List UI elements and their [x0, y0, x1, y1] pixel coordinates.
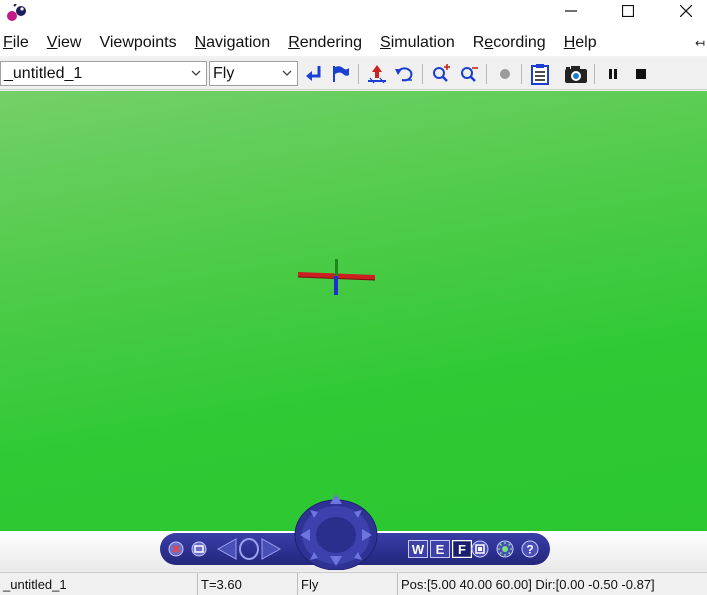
examine-mode-icon: E — [430, 540, 450, 558]
maximize-icon — [622, 5, 634, 17]
zoom-in-icon — [433, 64, 450, 82]
examine-mode-button[interactable]: E — [430, 539, 450, 559]
menu-navigation[interactable]: Navigation — [186, 30, 280, 56]
menu-help[interactable]: Help — [555, 30, 606, 56]
camera-icon — [565, 66, 587, 83]
3d-viewport[interactable] — [0, 91, 707, 531]
status-bar: _untitled_1 T=3.60 Fly Pos:[5.00 40.00 6… — [0, 572, 707, 595]
scene-canvas — [297, 259, 376, 295]
flag-icon — [333, 66, 349, 82]
title-bar — [0, 0, 707, 30]
menu-simulation[interactable]: Simulation — [371, 30, 464, 56]
return-viewpoint-button[interactable] — [301, 62, 327, 86]
toolbar-separator — [486, 64, 487, 84]
straighten-button[interactable] — [364, 62, 390, 86]
record-icon — [500, 69, 510, 79]
menu-overflow-icon[interactable]: ↤ — [695, 36, 705, 50]
reset-view-button[interactable] — [392, 62, 418, 86]
toolbar-separator — [594, 64, 595, 84]
viewpoint-select[interactable]: _untitled_1 — [0, 61, 207, 86]
chevron-down-icon — [282, 70, 292, 76]
nav-turn-control[interactable] — [214, 537, 284, 561]
close-icon — [680, 5, 692, 17]
svg-text:E: E — [436, 542, 445, 557]
return-arrow-icon — [306, 66, 321, 81]
minimize-icon — [565, 10, 577, 12]
browser-window: File View Viewpoints Navigation Renderin… — [0, 0, 707, 595]
toolbar-separator — [422, 64, 423, 84]
viewpoint-select-value: _untitled_1 — [4, 64, 83, 82]
svg-text:?: ? — [526, 543, 533, 557]
direction-pad-icon — [294, 494, 378, 571]
clipboard-icon — [531, 64, 549, 85]
fly-mode-icon: F — [452, 540, 472, 558]
menu-rendering[interactable]: Rendering — [279, 30, 371, 56]
status-world-name: _untitled_1 — [0, 573, 198, 595]
toolbar-separator — [521, 64, 522, 84]
y-axis-bar — [335, 259, 338, 276]
nav-collapse-button[interactable] — [189, 539, 209, 559]
status-nav-mode: Fly — [298, 573, 398, 595]
menu-view[interactable]: View — [38, 30, 91, 56]
menu-bar: File View Viewpoints Navigation Renderin… — [0, 30, 707, 56]
navigation-mode-select[interactable]: Fly — [209, 61, 298, 86]
minimize-button[interactable] — [542, 0, 600, 22]
close-button[interactable] — [657, 0, 707, 22]
stop-button[interactable] — [628, 62, 654, 86]
menu-recording[interactable]: Re cording — [464, 30, 555, 56]
headlight-icon — [496, 540, 514, 558]
screenshot-button[interactable] — [563, 62, 589, 86]
toolbar-separator — [358, 64, 359, 84]
zoom-out-button[interactable] — [456, 62, 482, 86]
headlight-button[interactable] — [495, 539, 515, 559]
status-position: Pos:[5.00 40.00 60.00] Dir:[0.00 -0.50 -… — [401, 576, 655, 592]
fit-view-icon — [471, 540, 489, 558]
app-logo-icon — [7, 4, 26, 21]
undo-icon — [395, 67, 413, 82]
zoom-in-button[interactable] — [428, 62, 454, 86]
turn-arrows-icon — [216, 538, 282, 560]
align-up-icon — [368, 65, 386, 84]
maximize-button[interactable] — [599, 0, 657, 22]
add-viewpoint-button[interactable] — [328, 62, 354, 86]
navigation-dial[interactable] — [294, 490, 378, 571]
record-button[interactable] — [492, 62, 518, 86]
walk-mode-icon: W — [408, 540, 428, 558]
axes-gizmo — [297, 259, 376, 295]
console-button[interactable] — [527, 62, 553, 86]
help-icon: ? — [521, 540, 539, 558]
svg-text:W: W — [412, 542, 425, 557]
menu-file[interactable]: File — [0, 30, 38, 56]
close-circle-icon — [168, 541, 184, 557]
chevron-down-icon — [191, 70, 201, 76]
z-axis-bar — [334, 276, 338, 295]
toolbar: _untitled_1 Fly — [0, 58, 707, 90]
menu-viewpoints[interactable]: Viewpoints — [90, 30, 185, 56]
fit-view-button[interactable] — [470, 539, 490, 559]
window-icon — [191, 541, 207, 557]
pause-icon — [609, 69, 617, 79]
zoom-out-icon — [461, 67, 478, 82]
pause-button[interactable] — [600, 62, 626, 86]
status-time: T=3.60 — [198, 573, 298, 595]
stop-icon — [636, 69, 646, 79]
navigation-mode-value: Fly — [213, 64, 235, 82]
nav-help-button[interactable]: ? — [520, 539, 540, 559]
fly-mode-button[interactable]: F — [452, 539, 472, 559]
walk-mode-button[interactable]: W — [408, 539, 428, 559]
svg-text:F: F — [458, 542, 466, 557]
nav-close-button[interactable] — [166, 539, 186, 559]
